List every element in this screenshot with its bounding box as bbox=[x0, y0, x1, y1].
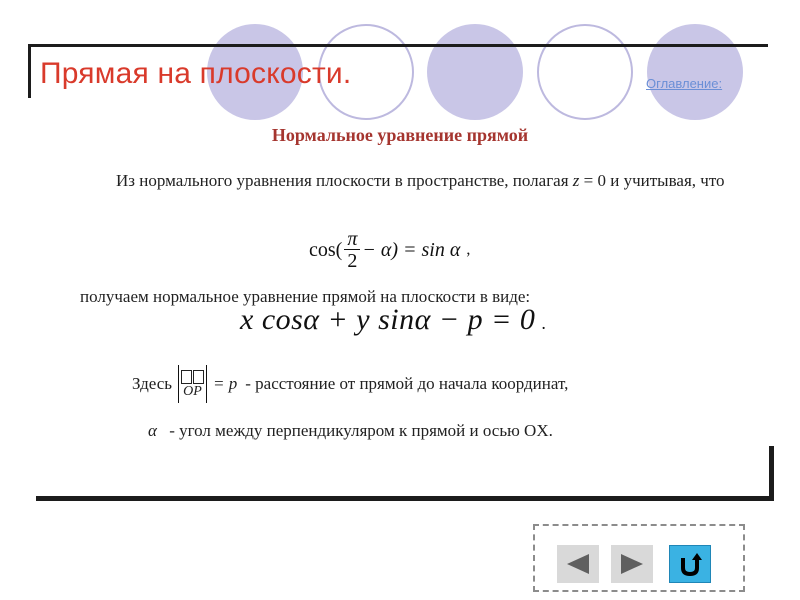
formula-cos-identity: cos( π 2 − α) = sin α , bbox=[309, 222, 470, 278]
decor-circle bbox=[427, 24, 523, 120]
formula2-period: . bbox=[541, 313, 547, 333]
normal-equation: x cosα + y sinα − p = 0 bbox=[240, 303, 536, 336]
next-slide-button[interactable] bbox=[611, 545, 653, 583]
fraction-numerator: π bbox=[347, 228, 358, 250]
previous-slide-button[interactable] bbox=[557, 545, 599, 583]
formula1-fraction: π 2 bbox=[344, 228, 361, 271]
intro-equation: = 0 и учитывая, что bbox=[579, 171, 725, 190]
decor-circle bbox=[537, 24, 633, 120]
distance-explanation: Здесь OP = p - расстояние от прямой до н… bbox=[132, 365, 752, 403]
intro-text: Из нормального уравнения плоскости в про… bbox=[116, 171, 569, 190]
vector-norm: OP bbox=[178, 365, 208, 403]
here-suffix: - расстояние от прямой до начала координ… bbox=[245, 374, 569, 393]
alpha-text: - угол между перпендикуляром к прямой и … bbox=[169, 421, 553, 440]
slide-title: Прямая на плоскости. bbox=[40, 57, 352, 90]
alpha-symbol: α bbox=[148, 421, 157, 440]
here-prefix: Здесь bbox=[132, 374, 173, 393]
vector-op: OP bbox=[181, 369, 205, 399]
u-turn-icon bbox=[681, 553, 702, 577]
formula1-right: − α) = sin α bbox=[362, 238, 461, 261]
arrow-left-icon bbox=[567, 554, 589, 574]
arrow-right-icon bbox=[621, 554, 643, 574]
table-of-contents-link[interactable]: Оглавление: bbox=[646, 76, 722, 91]
formula-normal-equation: x cosα + y sinα − p = 0. bbox=[240, 303, 546, 337]
decor-circle bbox=[647, 24, 743, 120]
navigation-panel bbox=[533, 524, 745, 592]
formula1-comma: , bbox=[466, 241, 471, 258]
vector-arrow-glyph bbox=[181, 369, 205, 384]
here-equation: = p bbox=[213, 374, 238, 393]
frame-left-tick bbox=[28, 44, 31, 98]
return-button[interactable] bbox=[669, 545, 711, 583]
fraction-denominator: 2 bbox=[344, 249, 361, 271]
frame-right-tick bbox=[769, 446, 774, 501]
vector-label: OP bbox=[183, 383, 202, 399]
frame-bottom-line bbox=[36, 496, 774, 501]
formula1-left: cos( bbox=[309, 238, 343, 261]
section-heading: Нормальное уравнение прямой bbox=[271, 125, 529, 145]
angle-explanation: α - угол между перпендикуляром к прямой … bbox=[148, 421, 768, 441]
intro-paragraph: Из нормального уравнения плоскости в про… bbox=[80, 170, 736, 192]
frame-top-line bbox=[28, 44, 768, 47]
